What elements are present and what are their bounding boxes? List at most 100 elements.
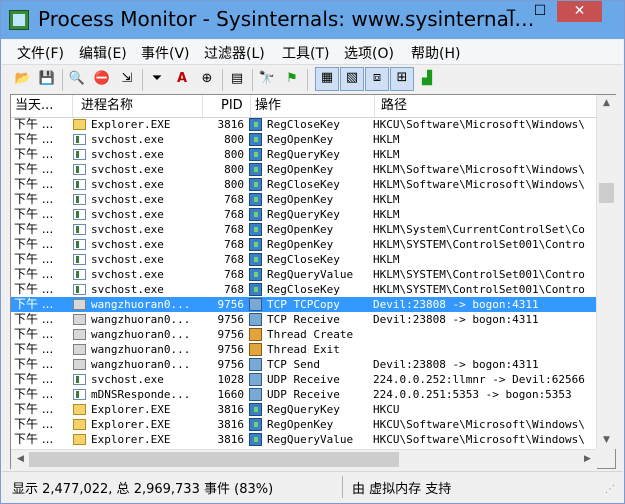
filesystem-activity-icon[interactable]: ▧ [340,67,364,91]
application-icon [73,329,86,340]
save-icon[interactable]: 💾 [37,69,57,89]
toolbar-separator [252,69,253,91]
cell-path: 224.0.0.252:llmnr -> Devil:62566 [373,373,585,386]
cell-process: svchost.exe [91,373,164,386]
table-row[interactable]: 下午 ... wangzhuoran0... 9756 Thread Create [11,327,597,342]
column-process[interactable]: 进程名称 [73,95,203,117]
cell-process: svchost.exe [91,163,164,176]
table-row[interactable]: 下午 ... svchost.exe 768 RegCloseKey HKLM\SYST… [11,282,597,297]
table-row[interactable]: 下午 ... svchost.exe 800 RegOpenKey HKLM\Softw… [11,162,597,177]
column-pid[interactable]: PID [203,95,251,117]
table-row[interactable]: 下午 ... Explorer.EXE 3816 RegQueryValue HKCU\… [11,432,597,447]
registry-icon [249,418,262,431]
horizontal-scroll-thumb[interactable] [29,452,399,467]
horizontal-scrollbar[interactable]: ◀ ▶ [11,449,597,469]
table-row[interactable]: 下午 ... svchost.exe 768 RegQueryValue HKLM\SY… [11,267,597,282]
table-row[interactable]: 下午 ... svchost.exe 768 RegOpenKey HKLM\SYSTE… [11,237,597,252]
cell-process: svchost.exe [91,268,164,281]
jump-to-icon[interactable]: ⚑ [282,69,302,89]
close-button[interactable]: ✕ [557,1,602,22]
cell-process: Explorer.EXE [91,118,171,131]
table-row[interactable]: 下午 ... svchost.exe 768 RegCloseKey HKLM [11,252,597,267]
title-bar[interactable]: Process Monitor - Sysinternals: www.sysi… [1,1,624,39]
scroll-up-arrow[interactable]: ▲ [597,95,616,112]
menu-bar: 文件(F) 编辑(E) 事件(V) 过滤器(L) 工具(T) 选项(O) 帮助(… [2,40,623,64]
cell-pid: 1028 [217,373,245,386]
table-row[interactable]: 下午 ... svchost.exe 1028 UDP Receive 224.0.0.… [11,372,597,387]
filter-icon[interactable]: ⏷ [147,69,167,89]
application-icon [73,299,86,310]
target-icon[interactable]: ⊕ [197,69,217,89]
profiling-activity-icon[interactable]: ▟ [417,69,437,89]
column-time[interactable]: 当天... [11,95,73,117]
menu-tools[interactable]: 工具(T) [282,43,329,63]
highlight-icon[interactable]: A [172,69,192,89]
table-row[interactable]: 下午 ... wangzhuoran0... 9756 TCP Receive Devi… [11,312,597,327]
cell-operation: RegCloseKey [267,253,340,266]
menu-help[interactable]: 帮助(H) [411,43,460,63]
service-icon [73,269,86,280]
table-row[interactable]: 下午 ... svchost.exe 768 RegQueryKey HKLM [11,207,597,222]
scroll-down-arrow[interactable]: ▼ [597,432,616,449]
network-icon [249,298,262,311]
table-row[interactable]: 下午 ... wangzhuoran0... 9756 Thread Exit [11,342,597,357]
column-path[interactable]: 路径 [375,95,597,117]
table-row[interactable]: 下午 ... Explorer.EXE 3816 RegCloseKey HKCU\So… [11,117,597,132]
event-list[interactable]: 当天... 进程名称 PID 操作 路径 下午 ... Explorer.EXE 3… [10,94,616,469]
vertical-scrollbar[interactable]: ▲ ▼ [596,95,616,449]
cell-operation: RegOpenKey [267,223,334,236]
cell-process: wangzhuoran0... [91,313,191,326]
table-row[interactable]: 下午 ... svchost.exe 768 RegOpenKey HKLM\Syste… [11,222,597,237]
table-row[interactable]: 下午 ... mDNSResponde... 1660 UDP Receive 224.… [11,387,597,402]
maximize-button[interactable]: ☐ [527,1,553,22]
column-header: 当天... 进程名称 PID 操作 路径 [11,95,597,118]
jump-icon[interactable]: ▤ [227,69,247,89]
cell-pid: 3816 [217,418,245,431]
cell-time: 下午 ... [14,192,54,206]
process-activity-icon[interactable]: ⊞ [390,67,414,91]
table-row[interactable]: 下午 ... svchost.exe 768 RegOpenKey HKLM [11,192,597,207]
autoscroll-icon[interactable]: ⇲ [117,69,137,89]
cell-path: HKLM [373,133,400,146]
minimize-button[interactable]: ─ [498,1,524,22]
cell-pid: 768 [224,193,244,206]
menu-event[interactable]: 事件(V) [141,43,190,63]
capture-toggle-icon[interactable]: ⛔ [92,69,112,89]
registry-activity-icon[interactable]: ▦ [315,67,339,91]
menu-edit[interactable]: 编辑(E) [79,43,127,63]
cell-operation: TCP Receive [267,313,340,326]
menu-file[interactable]: 文件(F) [17,43,64,63]
table-row[interactable]: 下午 ... wangzhuoran0... 9756 TCP Send Devil:2… [11,357,597,372]
table-row[interactable]: 下午 ... svchost.exe 800 RegOpenKey HKLM [11,132,597,147]
registry-icon [249,238,262,251]
window-title: Process Monitor - Sysinternals: www.sysi… [38,7,535,31]
column-operation[interactable]: 操作 [251,95,375,117]
service-icon [73,374,86,385]
table-row[interactable]: 下午 ... svchost.exe 800 RegQueryKey HKLM [11,147,597,162]
open-folder-icon[interactable]: 📂 [13,69,33,89]
cell-pid: 9756 [217,328,245,341]
cell-path: HKLM\SYSTEM\ControlSet001\Contro [373,238,585,251]
thread-icon [249,343,262,356]
magnify-icon[interactable]: 🔍 [67,69,87,89]
table-row[interactable]: 下午 ... Explorer.EXE 3816 RegOpenKey HKCU\Sof… [11,417,597,432]
resize-grip-icon[interactable]: ⋰ [605,484,615,495]
vertical-scroll-thumb[interactable] [599,183,614,203]
cell-path: HKLM\System\CurrentControlSet\Co [373,223,585,236]
menu-options[interactable]: 选项(O) [344,43,394,63]
scroll-left-arrow[interactable]: ◀ [11,451,30,468]
scroll-right-arrow[interactable]: ▶ [578,451,597,468]
table-row[interactable]: 下午 ... svchost.exe 800 RegCloseKey HKLM\Soft… [11,177,597,192]
network-activity-icon[interactable]: ⧈ [365,67,389,91]
service-icon [73,164,86,175]
service-icon [73,209,86,220]
cell-path: HKLM [373,193,400,206]
find-icon[interactable]: 🔭 [257,69,277,89]
registry-icon [249,118,262,131]
cell-time: 下午 ... [14,147,54,161]
cell-operation: RegOpenKey [267,163,334,176]
registry-icon [249,268,262,281]
table-row[interactable]: 下午 ... Explorer.EXE 3816 RegQueryKey HKCU [11,402,597,417]
table-row[interactable]: 下午 ... wangzhuoran0... 9756 TCP TCPCopy Devi… [11,297,597,312]
menu-filter[interactable]: 过滤器(L) [204,43,265,63]
